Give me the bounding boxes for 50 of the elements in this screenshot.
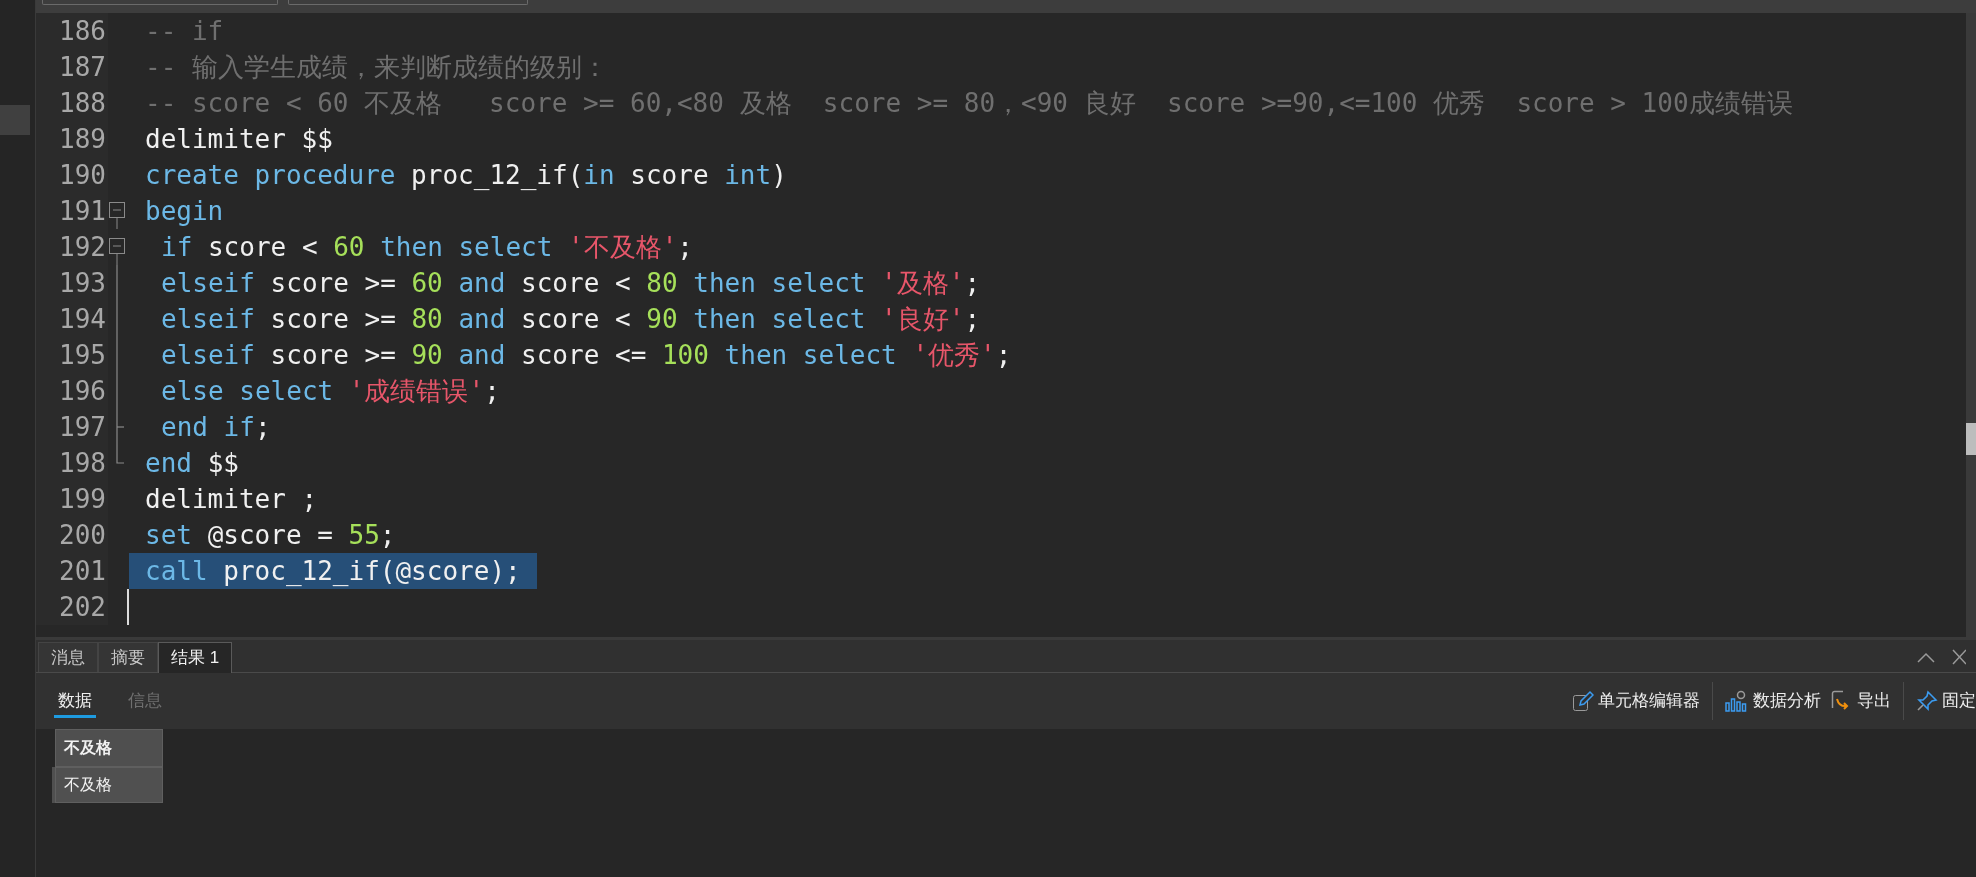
fold-end-icon <box>116 445 124 464</box>
column-header[interactable]: 不及格 <box>55 729 163 767</box>
code-line: begin <box>144 195 225 228</box>
code-line: -- score < 60 不及格 score >= 60,<80 及格 score >= 80，<90 良好 score >=90,<=100 优秀 score > 100成绩错误 <box>144 87 1794 120</box>
code-line: end if; <box>160 411 272 444</box>
line-number: 193 <box>36 265 108 301</box>
code-line: elseif score >= 90 and score <= 100 then select '优秀'; <box>160 339 1013 372</box>
line-number: 202 <box>36 589 108 625</box>
pin-icon <box>1916 690 1938 712</box>
scrollbar-thumb[interactable] <box>1966 423 1976 455</box>
toolbar-button[interactable]: 数据分析 <box>1725 688 1821 714</box>
line-number: 198 <box>36 445 108 481</box>
line-number: 186 <box>36 13 108 49</box>
result-tab[interactable]: 结果 1 <box>158 642 233 673</box>
code-line: elseif score >= 60 and score < 80 then select '及格'; <box>160 267 982 300</box>
code-line: elseif score >= 80 and score < 90 then select '良好'; <box>160 303 982 336</box>
table-cell: 不及格 <box>55 767 163 803</box>
code-line: -- if <box>144 15 225 48</box>
code-line: delimiter $$ <box>144 123 334 156</box>
vertical-scrollbar[interactable] <box>1966 13 1976 637</box>
collapse-icon[interactable] <box>1916 650 1936 664</box>
toolbar-button[interactable]: 单元格编辑器 <box>1572 688 1700 714</box>
toolbar-button[interactable]: 导出 <box>1831 688 1891 714</box>
code-line: else select '成绩错误'; <box>160 375 501 408</box>
toolbar-button[interactable]: 固定 <box>1916 688 1976 714</box>
view-tab[interactable]: 数据 <box>54 683 96 719</box>
code-line: -- 输入学生成绩，来判断成绩的级别： <box>144 51 609 84</box>
line-number: 200 <box>36 517 108 553</box>
line-number: 201 <box>36 553 108 589</box>
code-line: end $$ <box>144 447 240 480</box>
line-number: 190 <box>36 157 108 193</box>
line-number: 187 <box>36 49 108 85</box>
line-number: 194 <box>36 301 108 337</box>
line-number: 197 <box>36 409 108 445</box>
bar-chart-search-icon <box>1725 690 1749 712</box>
pencil-icon <box>1572 690 1594 712</box>
code-line: set @score = 55; <box>144 519 397 552</box>
line-number: 195 <box>36 337 108 373</box>
code-line: delimiter ; <box>144 483 319 516</box>
code-line: if score < 60 then select '不及格'; <box>160 231 694 264</box>
line-number: 191 <box>36 193 108 229</box>
line-number: 192 <box>36 229 108 265</box>
code-line: create procedure proc_12_if(in score int) <box>144 159 788 192</box>
result-tab[interactable]: 摘要 <box>98 642 158 672</box>
close-icon[interactable] <box>1952 649 1966 665</box>
line-number: 189 <box>36 121 108 157</box>
line-number: 196 <box>36 373 108 409</box>
line-number: 199 <box>36 481 108 517</box>
result-tab[interactable]: 消息 <box>38 642 98 672</box>
line-number: 188 <box>36 85 108 121</box>
